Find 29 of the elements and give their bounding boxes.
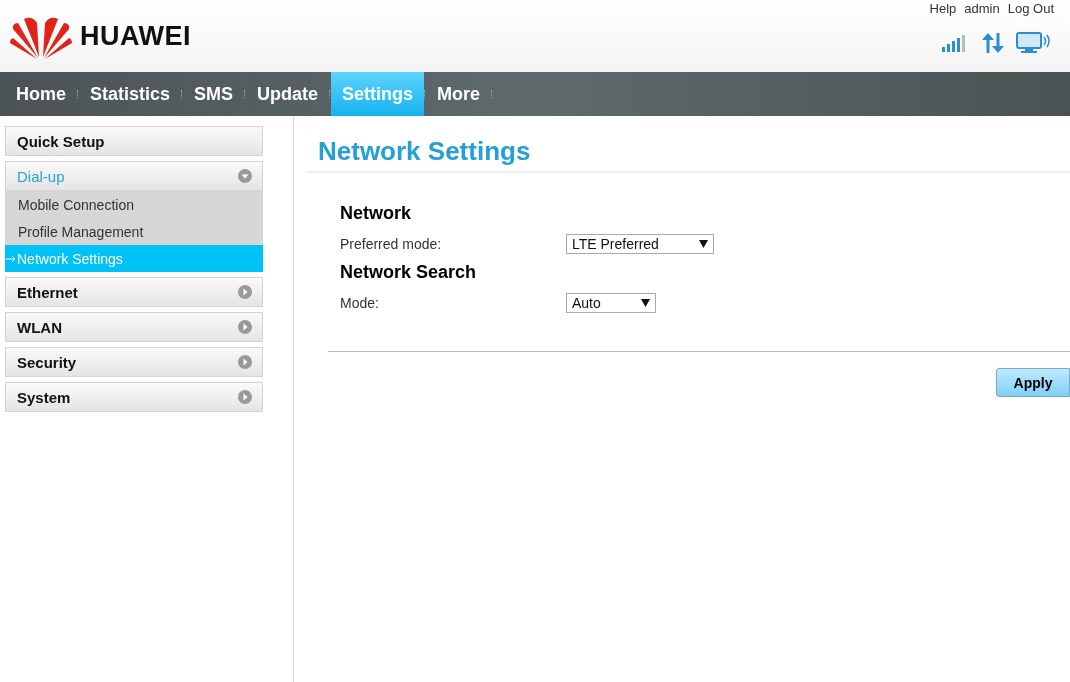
sidebar-item[interactable]: Quick Setup	[5, 126, 263, 156]
sidebar-item[interactable]: Security	[5, 347, 263, 377]
nav-tab[interactable]: Statistics	[79, 72, 182, 116]
sidebar-item[interactable]: System	[5, 382, 263, 412]
dropdown[interactable]: Auto	[566, 293, 656, 313]
header-link[interactable]: Log Out	[1007, 1, 1054, 16]
submenu-item[interactable]: Profile Management	[5, 218, 263, 245]
section-heading: Network	[340, 203, 412, 224]
sidebar-item[interactable]: Ethernet	[5, 277, 263, 307]
nav-tab[interactable]: More	[426, 72, 492, 116]
arrow-icon	[5, 254, 17, 263]
header-link[interactable]: admin	[964, 1, 1000, 16]
brand-name: HUAWEI	[80, 20, 191, 52]
submenu-item[interactable]: Mobile Connection	[5, 191, 263, 218]
monitor-icon	[1016, 32, 1050, 54]
up-down-arrows-icon	[982, 33, 1004, 53]
field-label: Mode:	[340, 295, 380, 311]
dropdown[interactable]: LTE Preferred	[566, 234, 714, 254]
nav-tab[interactable]: Home	[5, 72, 77, 116]
apply-button[interactable]: Apply	[996, 368, 1070, 397]
caret-icon	[698, 240, 708, 248]
nav-tab[interactable]: Update	[246, 72, 330, 116]
section-heading: Network Search	[340, 262, 478, 283]
field-label: Preferred mode:	[340, 236, 443, 252]
caret-icon	[640, 299, 650, 307]
header-link[interactable]: Help	[929, 1, 957, 16]
nav-tab[interactable]: SMS	[183, 72, 245, 116]
sidebar-item[interactable]: WLAN	[5, 312, 263, 342]
page-title: Network Settings	[306, 116, 1070, 173]
